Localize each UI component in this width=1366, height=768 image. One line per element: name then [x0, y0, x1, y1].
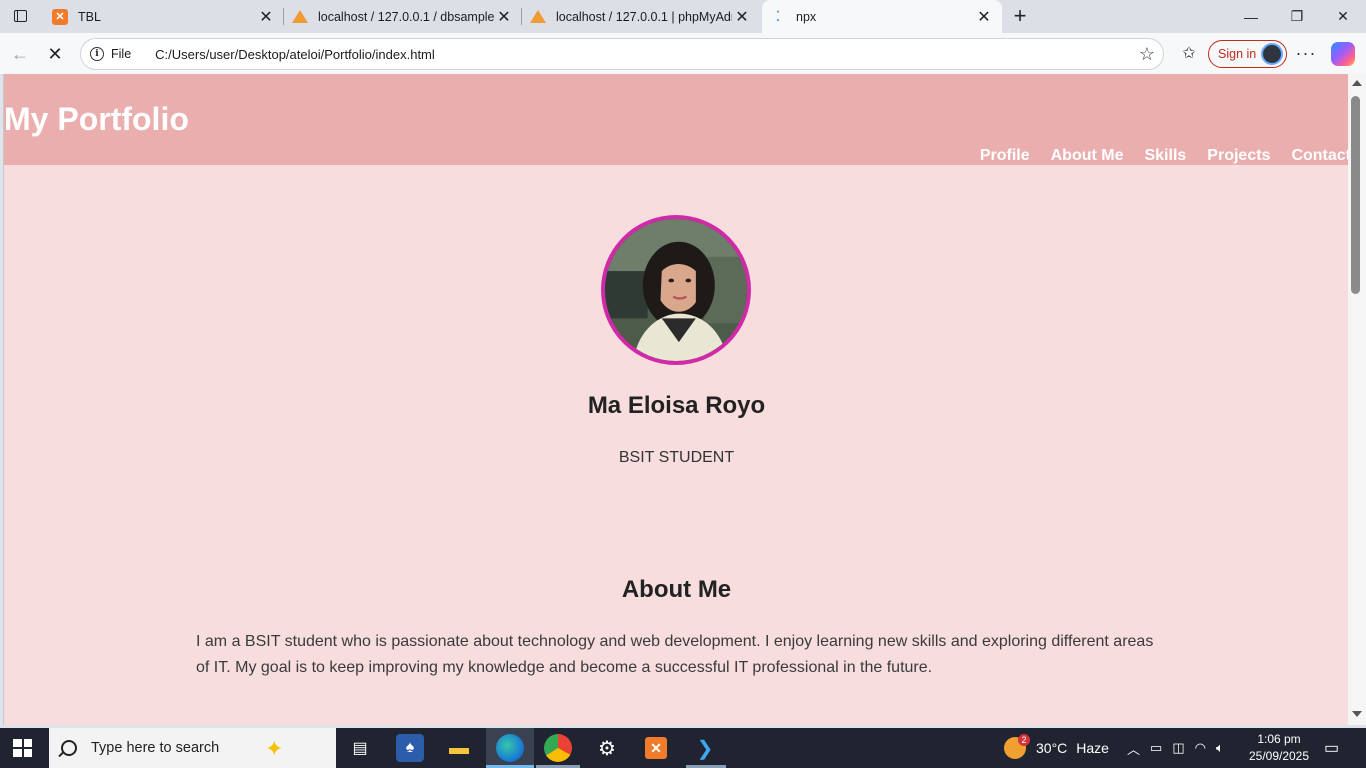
windows-start-icon[interactable] [13, 739, 32, 757]
battery-icon[interactable]: ▭ [1150, 740, 1162, 756]
profile-avatar-icon [1261, 43, 1283, 65]
page-scrollbar[interactable] [1348, 74, 1366, 725]
nav-link-about[interactable]: About Me [1051, 147, 1124, 165]
wifi-icon[interactable]: ◠ [1195, 740, 1206, 756]
minimize-icon: — [1244, 8, 1258, 25]
sign-in-button[interactable]: Sign in [1208, 40, 1287, 68]
loading-icon: ⁚ [775, 8, 781, 24]
minimize-button[interactable]: — [1228, 0, 1274, 33]
search-placeholder: Type here to search [91, 740, 220, 756]
tab-tbl[interactable]: ✕ TBL ✕ [44, 0, 284, 33]
about-heading: About Me [621, 576, 732, 603]
task-view-icon[interactable]: ▤ [346, 734, 374, 762]
plus-icon: + [1013, 3, 1027, 28]
more-menu-button[interactable]: ··· [1294, 41, 1318, 65]
copilot-icon[interactable] [1331, 42, 1355, 66]
meet-now-icon[interactable]: ◫ [1172, 740, 1184, 756]
profile-name: Ma Eloisa Royo [587, 392, 766, 419]
weather-temp: 30°C [1036, 740, 1068, 756]
sparkle-icon: ✦ [265, 736, 284, 761]
phpmyadmin-icon [530, 9, 546, 25]
close-icon: ✕ [47, 43, 63, 64]
taskbar-clock[interactable]: 1:06 pm 25/09/2025 [1248, 731, 1310, 765]
favorites-button[interactable]: ✩ [1177, 41, 1201, 65]
nav-link-projects[interactable]: Projects [1207, 147, 1270, 165]
chrome-icon[interactable] [544, 734, 572, 762]
clock-date: 25/09/2025 [1248, 749, 1310, 763]
site-nav: Profile About Me Skills Projects Contact [980, 147, 1348, 165]
restore-icon: ❐ [1290, 8, 1304, 24]
info-icon[interactable]: i [90, 47, 104, 61]
ellipsis-icon: ··· [1295, 42, 1317, 63]
nav-link-contact[interactable]: Contact [1291, 147, 1348, 165]
tab-phpmyadmin[interactable]: localhost / 127.0.0.1 | phpMyAdm ✕ [522, 0, 760, 33]
tab-title: localhost / 127.0.0.1 / dbsample / [318, 9, 494, 24]
page-viewport: My Portfolio Profile About Me Skills Pro… [3, 74, 1348, 725]
scroll-up-icon[interactable] [1352, 80, 1362, 86]
xampp-icon: ✕ [52, 8, 68, 25]
vscode-icon[interactable]: ❯ [691, 734, 719, 762]
tab-actions-icon [13, 10, 27, 22]
notifications-icon[interactable]: ▭ [1324, 728, 1339, 768]
restore-button[interactable]: ❐ [1274, 0, 1320, 33]
favorite-star-icon[interactable]: ☆ [1139, 44, 1155, 65]
nav-link-profile[interactable]: Profile [980, 147, 1030, 165]
scheme-label: File [111, 47, 132, 61]
settings-gear-icon[interactable]: ⚙ [593, 734, 621, 762]
new-tab-button[interactable]: + [1008, 3, 1032, 28]
weather-icon: 2 [1004, 734, 1030, 759]
taskbar-search-box[interactable]: Type here to search ✦ [49, 728, 336, 768]
scroll-down-icon[interactable] [1352, 711, 1362, 717]
taskbar: Type here to search ✦ ▤ ♠ ▬ ⚙ ✕ ❯ 2 30°C… [0, 728, 1366, 768]
stop-loading-button[interactable]: ✕ [42, 41, 68, 67]
volume-icon[interactable]: 🔈︎ [1216, 740, 1224, 756]
file-explorer-icon[interactable]: ▬ [445, 734, 473, 762]
profile-role: BSIT STUDENT [618, 449, 735, 466]
back-button[interactable]: ← [7, 41, 33, 67]
edge-icon[interactable] [496, 734, 524, 762]
close-icon: ✕ [1337, 8, 1349, 24]
about-paragraph: I am a BSIT student who is passionate ab… [196, 633, 1154, 676]
site-header: My Portfolio Profile About Me Skills Pro… [4, 74, 1348, 165]
solitaire-icon[interactable]: ♠ [396, 734, 424, 762]
close-tab-icon[interactable]: ✕ [256, 7, 276, 27]
address-bar[interactable]: i File C:/Users/user/Desktop/ateloi/Port… [80, 38, 1164, 70]
back-arrow-icon: ← [11, 43, 29, 64]
scroll-thumb[interactable] [1351, 96, 1360, 294]
nav-link-skills[interactable]: Skills [1144, 147, 1186, 165]
weather-condition: Haze [1076, 740, 1109, 756]
tab-strip: ✕ TBL ✕ localhost / 127.0.0.1 / dbsample… [0, 0, 1366, 33]
phpmyadmin-icon [292, 9, 308, 25]
profile-photo [601, 215, 751, 365]
browser-toolbar: ← ✕ i File C:/Users/user/Desktop/ateloi/… [0, 33, 1366, 74]
url-text[interactable]: C:/Users/user/Desktop/ateloi/Portfolio/i… [155, 47, 435, 62]
profile-photo-image [605, 219, 747, 361]
tab-dbsample[interactable]: localhost / 127.0.0.1 / dbsample / ✕ [284, 0, 522, 33]
chevron-up-icon[interactable]: ︿ [1127, 739, 1140, 758]
close-tab-icon[interactable]: ✕ [974, 7, 994, 27]
xampp-icon[interactable]: ✕ [642, 734, 670, 762]
close-window-button[interactable]: ✕ [1320, 0, 1366, 33]
tab-title: TBL [78, 9, 101, 24]
favorites-icon: ✩ [1182, 45, 1196, 62]
tab-npx[interactable]: ⁚ npx ✕ [762, 0, 1002, 33]
site-brand: My Portfolio [4, 101, 189, 137]
weather-widget[interactable]: 2 30°C Haze [1004, 728, 1109, 768]
system-tray: ︿ ▭ ◫ ◠ 🔈︎ [1127, 728, 1224, 768]
clock-time: 1:06 pm [1257, 732, 1301, 746]
close-tab-icon[interactable]: ✕ [494, 7, 514, 27]
weather-badge: 2 [1018, 734, 1030, 746]
tab-title: npx [796, 9, 817, 24]
search-icon [61, 740, 77, 756]
tab-title: localhost / 127.0.0.1 | phpMyAdm [556, 9, 732, 24]
sign-in-label: Sign in [1218, 47, 1257, 61]
close-tab-icon[interactable]: ✕ [732, 7, 752, 27]
tab-actions-button[interactable] [8, 6, 32, 26]
